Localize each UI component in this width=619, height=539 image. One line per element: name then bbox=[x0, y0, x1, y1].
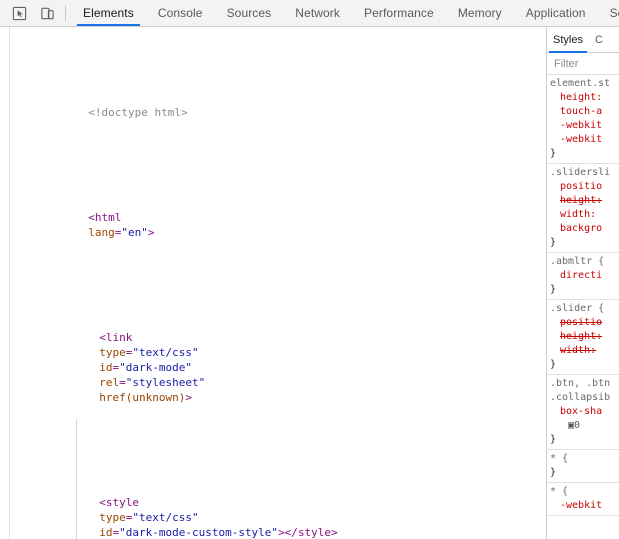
css-prop[interactable]: -webkit bbox=[550, 499, 619, 513]
attr-id: id bbox=[99, 361, 113, 374]
css-prop[interactable]: positio bbox=[550, 316, 619, 330]
attr-id-2: id bbox=[99, 526, 113, 539]
css-close-brace: } bbox=[550, 148, 557, 159]
css-prop[interactable]: -webkit bbox=[550, 119, 619, 133]
css-shadow-badge-count: 0 bbox=[574, 420, 581, 431]
css-prop[interactable]: directi bbox=[550, 269, 619, 283]
attr-type: type bbox=[99, 346, 126, 359]
tab-network[interactable]: Network bbox=[283, 0, 352, 26]
css-prop[interactable]: width: bbox=[550, 208, 619, 222]
css-selector-universal-2[interactable]: * { bbox=[550, 486, 568, 497]
css-selector-slider[interactable]: .slider { bbox=[550, 303, 604, 314]
css-selector-sliderslider[interactable]: .slidersli bbox=[550, 167, 610, 178]
css-close-brace: } bbox=[550, 434, 557, 445]
css-selector-element-style: element.st bbox=[550, 78, 611, 89]
tab-sources[interactable]: Sources bbox=[215, 0, 284, 26]
attr-lang: lang bbox=[88, 226, 115, 239]
panel-tabs: Elements Console Sources Network Perform… bbox=[71, 0, 619, 26]
attr-type-2: type bbox=[99, 511, 126, 524]
css-prop[interactable]: height: bbox=[550, 330, 619, 344]
devtools-window: Elements Console Sources Network Perform… bbox=[0, 0, 619, 539]
tab-styles[interactable]: Styles bbox=[547, 27, 589, 53]
toolbar-icon-group bbox=[0, 0, 71, 26]
tab-computed-label: C bbox=[594, 33, 603, 46]
css-selector-btn[interactable]: .btn, .btn .collapsib bbox=[550, 378, 610, 403]
css-prop[interactable]: width: bbox=[550, 344, 619, 358]
styles-filter-input[interactable] bbox=[552, 56, 614, 71]
css-rule-slider[interactable]: .slider { positio height: width: } bbox=[547, 300, 619, 375]
css-rule-abmltr[interactable]: .abmltr { directi } bbox=[547, 253, 619, 300]
css-prop[interactable]: -webkit bbox=[550, 133, 619, 147]
tab-application[interactable]: Application bbox=[514, 0, 598, 26]
css-selector-abmltr[interactable]: .abmltr { bbox=[550, 256, 604, 267]
css-prop[interactable]: positio bbox=[550, 180, 619, 194]
attr-href-unknown: href(unknown) bbox=[99, 391, 186, 404]
tag-style: style bbox=[105, 496, 139, 509]
css-rule-element-style[interactable]: element.st height: touch-a -webkit -webk… bbox=[547, 75, 619, 164]
css-close-brace: } bbox=[550, 467, 557, 478]
dom-node-html[interactable]: <html lang="en"> bbox=[0, 195, 546, 255]
tab-console[interactable]: Console bbox=[146, 0, 215, 26]
tab-security[interactable]: Secu bbox=[598, 0, 619, 26]
css-selector-universal-1[interactable]: * { bbox=[550, 453, 568, 464]
tab-memory[interactable]: Memory bbox=[446, 0, 514, 26]
val-type-2: "text/css" bbox=[132, 511, 199, 524]
css-close-brace: } bbox=[550, 284, 557, 295]
css-shadow-swatch-badge[interactable]: ▣0 bbox=[550, 419, 619, 433]
css-rule-universal-1[interactable]: * { } bbox=[547, 450, 619, 483]
css-prop[interactable]: height: bbox=[550, 194, 619, 208]
val-lang: "en" bbox=[121, 226, 148, 239]
dom-tree-pane[interactable]: <!doctype html> <html lang="en"> <link t… bbox=[0, 27, 547, 539]
attr-rel: rel bbox=[99, 376, 120, 389]
tab-computed[interactable]: C bbox=[589, 27, 609, 52]
tab-elements[interactable]: Elements bbox=[71, 0, 146, 26]
val-type: "text/css" bbox=[132, 346, 199, 359]
css-prop[interactable]: box-sha bbox=[550, 405, 619, 419]
tab-network-label: Network bbox=[295, 6, 341, 20]
tab-application-label: Application bbox=[525, 6, 586, 20]
css-rule-universal-2[interactable]: * { -webkit bbox=[547, 483, 619, 516]
css-prop[interactable]: height: bbox=[550, 91, 619, 105]
css-prop[interactable]: backgro bbox=[550, 222, 619, 236]
tag-style-close: style bbox=[297, 526, 332, 539]
css-rule-sliderslider[interactable]: .slidersli positio height: width: backgr… bbox=[547, 164, 619, 253]
styles-filter-row[interactable] bbox=[547, 53, 619, 75]
tab-memory-label: Memory bbox=[457, 6, 502, 20]
css-prop[interactable]: touch-a bbox=[550, 105, 619, 119]
tab-elements-label: Elements bbox=[83, 6, 134, 20]
toolbar-divider bbox=[65, 5, 66, 21]
tab-performance[interactable]: Performance bbox=[352, 0, 446, 26]
dom-node-style[interactable]: <style type="text/css" id="dark-mode-cus… bbox=[0, 480, 546, 539]
dom-node-doctype[interactable]: <!doctype html> bbox=[0, 90, 546, 135]
val-id-darkmode: "dark-mode" bbox=[119, 361, 192, 374]
tag-html: html bbox=[94, 211, 122, 224]
tab-performance-label: Performance bbox=[364, 6, 434, 20]
css-rule-btn-collapsible[interactable]: .btn, .btn .collapsib box-sha ▣0 } bbox=[547, 375, 619, 450]
tab-security-label: Secu bbox=[609, 6, 619, 20]
device-toolbar-icon[interactable] bbox=[34, 0, 60, 26]
styles-tab-bar: Styles C bbox=[547, 27, 619, 53]
dom-tree[interactable]: <!doctype html> <html lang="en"> <link t… bbox=[0, 27, 546, 539]
dom-node-link[interactable]: <link type="text/css" id="dark-mode" rel… bbox=[0, 315, 546, 420]
tab-console-label: Console bbox=[157, 6, 203, 20]
tab-styles-label: Styles bbox=[553, 33, 583, 46]
devtools-panes: <!doctype html> <html lang="en"> <link t… bbox=[0, 27, 619, 539]
tag-link: link bbox=[105, 331, 133, 344]
css-close-brace: } bbox=[550, 237, 557, 248]
css-rules-list[interactable]: element.st height: touch-a -webkit -webk… bbox=[547, 75, 619, 516]
doctype-text: <!doctype html> bbox=[88, 106, 188, 119]
css-close-brace: } bbox=[550, 359, 557, 370]
val-id-darkmode-custom: "dark-mode-custom-style" bbox=[119, 526, 279, 539]
val-rel: "stylesheet" bbox=[125, 376, 206, 389]
styles-pane[interactable]: Styles C element.st height: touch-a -web… bbox=[547, 27, 619, 539]
tab-sources-label: Sources bbox=[226, 6, 272, 20]
inspect-element-icon[interactable] bbox=[6, 0, 32, 26]
devtools-toolbar: Elements Console Sources Network Perform… bbox=[0, 0, 619, 27]
